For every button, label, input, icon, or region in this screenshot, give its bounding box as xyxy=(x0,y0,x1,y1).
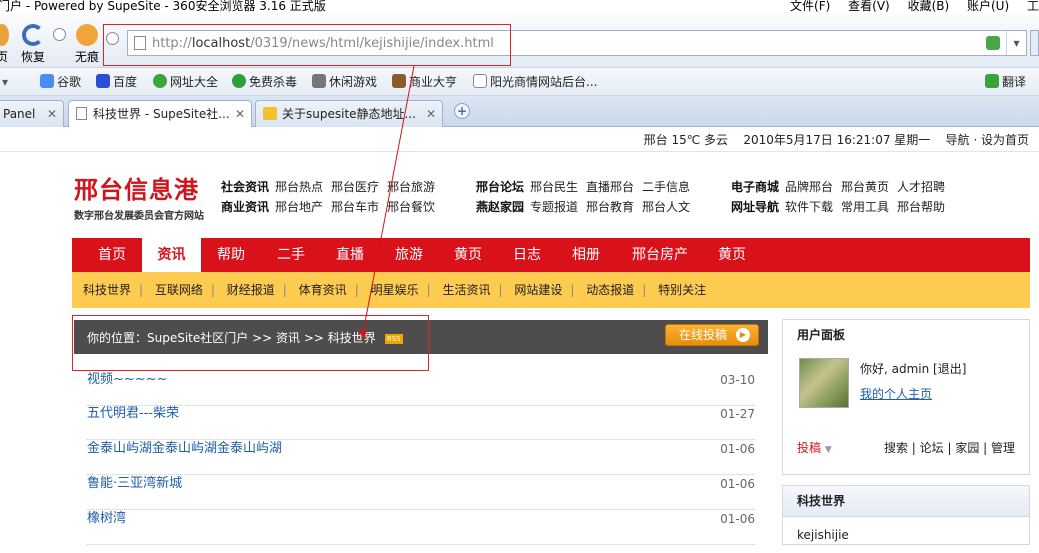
annotation-arrow xyxy=(359,65,415,340)
